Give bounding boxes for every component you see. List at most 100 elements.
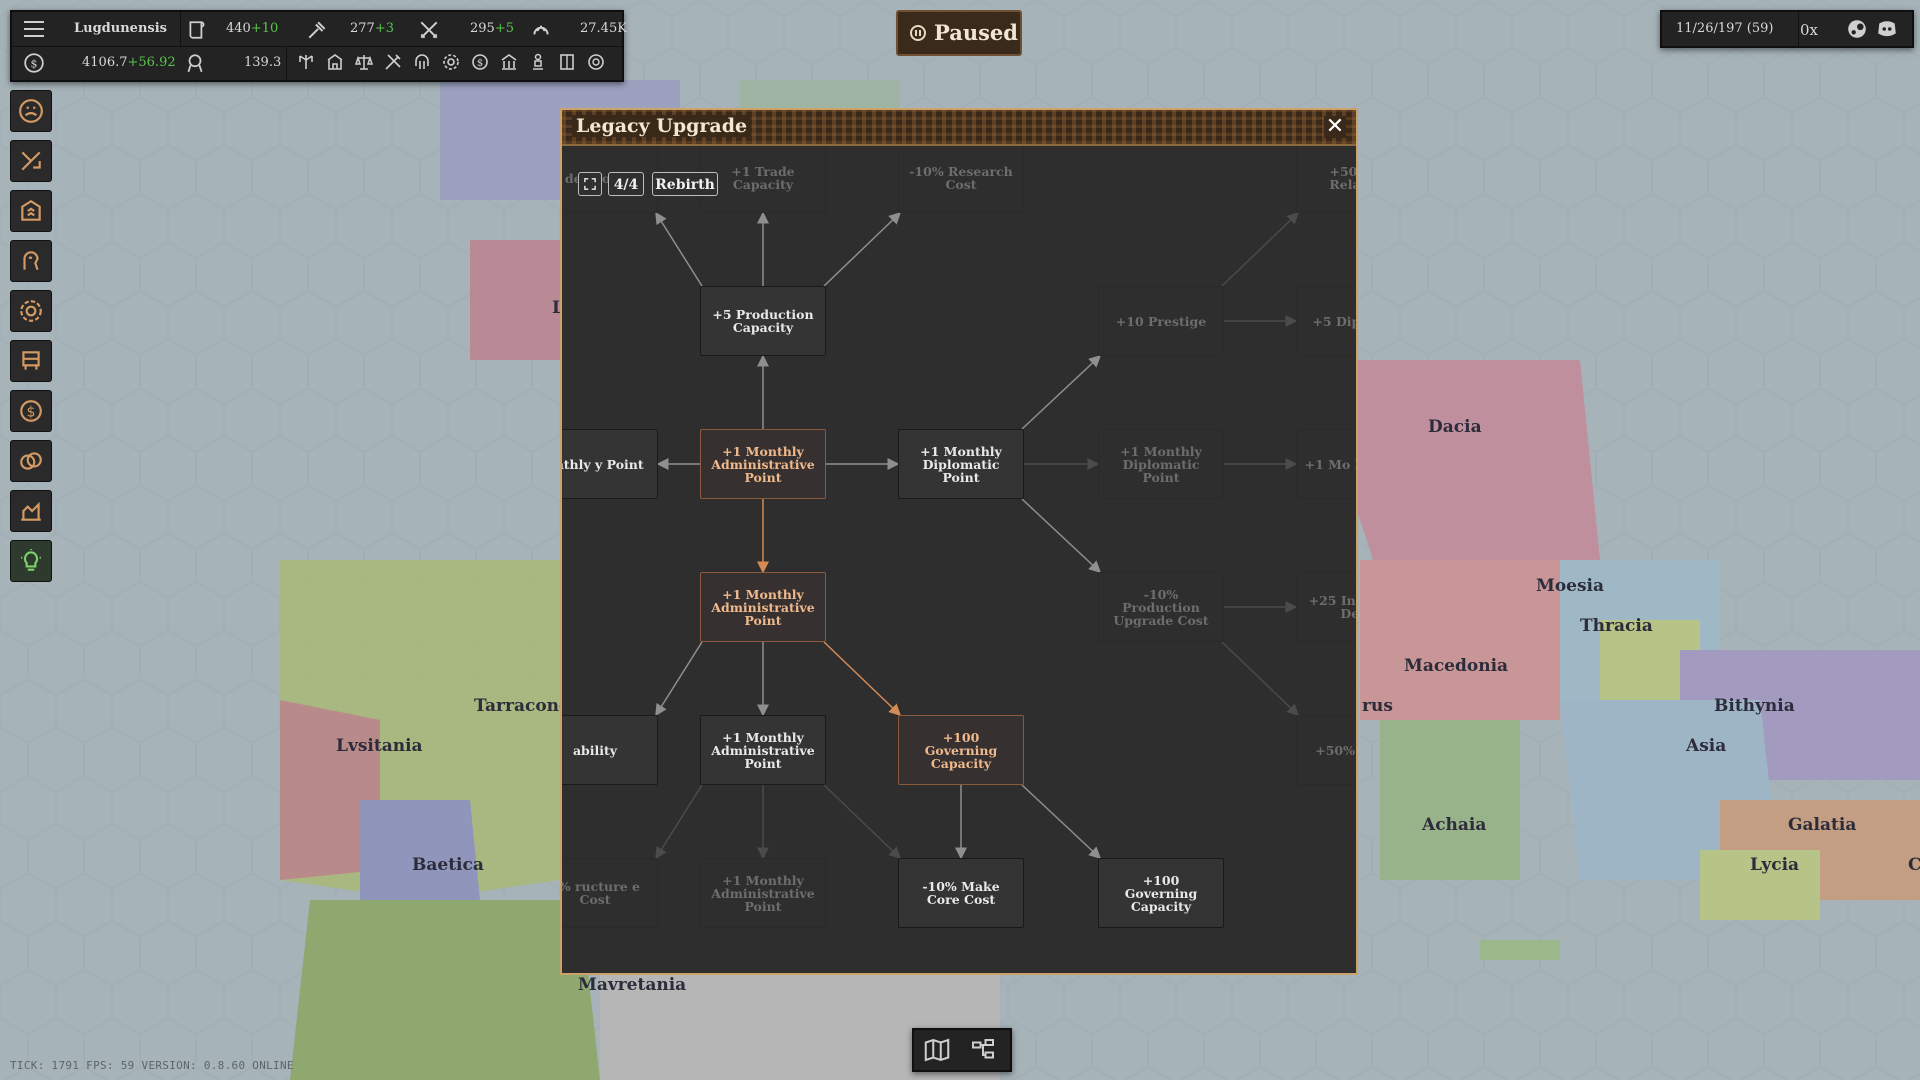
upgrade-node[interactable]: -10% Production Upgrade Cost xyxy=(1098,572,1224,642)
badge-icon[interactable] xyxy=(586,52,606,72)
upgrade-node[interactable]: -10% Research Cost xyxy=(898,146,1024,213)
steam-icon[interactable] xyxy=(1846,18,1868,40)
trade-icon xyxy=(21,151,41,171)
tree-icon[interactable] xyxy=(296,52,316,72)
sidebar-building-button[interactable] xyxy=(10,340,52,382)
sidebar-finance-button[interactable]: $ xyxy=(10,390,52,432)
sidebar-unrest-button[interactable] xyxy=(10,90,52,132)
influence-amount: 139.3 xyxy=(244,55,282,70)
upgrade-node[interactable]: +1 Monthly Administrative Point xyxy=(700,572,826,642)
military-icon xyxy=(21,199,41,221)
region-label-macedonia: Macedonia xyxy=(1404,656,1509,676)
tree-edge xyxy=(1221,211,1300,287)
tools-icon[interactable] xyxy=(383,52,403,72)
paused-indicator[interactable]: Paused xyxy=(896,10,1022,56)
coin-icon[interactable]: $ xyxy=(470,52,490,72)
upgrade-node[interactable]: +5 Diplo Ran xyxy=(1296,286,1356,356)
admin-points: 440+10 xyxy=(226,21,279,36)
menu-icon[interactable] xyxy=(24,21,44,37)
game-speed[interactable]: 0x xyxy=(1800,21,1818,39)
sidebar-character-button[interactable] xyxy=(10,240,52,282)
tree-edge xyxy=(1021,354,1102,430)
population: 27.45K xyxy=(580,21,627,36)
tree-edge xyxy=(823,641,902,717)
temple-icon[interactable] xyxy=(499,52,519,72)
building-icon xyxy=(22,351,40,370)
region-label-bithynia: Bithynia xyxy=(1714,696,1795,716)
rebirth-button[interactable]: Rebirth xyxy=(652,172,718,196)
sidebar-religion-button[interactable] xyxy=(10,290,52,332)
sidebar-legacy-button[interactable] xyxy=(10,490,52,532)
sidebar-trade-button[interactable] xyxy=(10,140,52,182)
svg-text:$: $ xyxy=(31,57,38,70)
discord-icon[interactable] xyxy=(1876,18,1898,40)
region-label-lvsitania: Lvsitania xyxy=(336,736,423,756)
fullscreen-button[interactable] xyxy=(578,172,602,196)
population-icon[interactable] xyxy=(530,19,552,41)
paused-label: Paused xyxy=(934,20,1018,45)
hammer-icon[interactable] xyxy=(306,19,328,41)
upgrade-node[interactable]: onthly y Point xyxy=(562,429,658,499)
sidebar-idea-button[interactable] xyxy=(10,540,52,582)
page-indicator[interactable]: 4/4 xyxy=(608,172,644,196)
scales-icon[interactable] xyxy=(354,52,374,72)
upgrade-node[interactable]: +50% Inf Ra xyxy=(1296,715,1356,785)
upgrade-node[interactable]: +100 Governing Capacity xyxy=(1098,858,1224,928)
tree-view-icon xyxy=(972,1039,994,1059)
svg-text:$: $ xyxy=(477,58,483,69)
building-icon[interactable] xyxy=(325,52,345,72)
region-label-achaia: Achaia xyxy=(1422,815,1487,835)
upgrade-node[interactable]: +1 Monthly Administrative Point xyxy=(700,429,826,499)
tree-view-button[interactable] xyxy=(968,1035,998,1065)
region-label-mavretania: Mavretania xyxy=(578,975,687,995)
upgrade-node[interactable]: +1 Mo Diploma xyxy=(1296,429,1356,499)
sidebar-diplomacy-button[interactable] xyxy=(10,440,52,482)
upgrade-node[interactable]: 0% ructure e Cost xyxy=(562,858,658,928)
statue-icon[interactable] xyxy=(528,52,548,72)
region-label-asia: Asia xyxy=(1686,736,1727,756)
close-button[interactable]: ✕ xyxy=(1324,116,1346,138)
upgrade-node[interactable]: +1 Monthly Administrative Point xyxy=(700,858,826,928)
upgrade-node[interactable]: +1 Monthly Administrative Point xyxy=(700,715,826,785)
region-label-partial: rus xyxy=(1362,696,1393,716)
sidebar-military-button[interactable] xyxy=(10,190,52,232)
region-label-lycia: Lycia xyxy=(1750,855,1800,875)
province-name[interactable]: Lugdunensis xyxy=(74,21,167,36)
upgrade-node[interactable]: +25 Infl When De W xyxy=(1296,572,1356,642)
upgrade-node[interactable]: ability xyxy=(562,715,658,785)
upgrade-node[interactable]: +50% In Relation xyxy=(1296,146,1356,213)
coin-icon[interactable]: $ xyxy=(23,52,45,74)
date-panel: 11/26/197 (59) 0x xyxy=(1660,10,1914,48)
pause-icon xyxy=(910,25,926,41)
crossed-swords-icon[interactable] xyxy=(418,19,440,41)
region-label-moesia: Moesia xyxy=(1536,576,1605,596)
idea-icon xyxy=(21,549,41,571)
region-label-partial: C xyxy=(1908,855,1920,875)
helmet-icon[interactable] xyxy=(412,52,432,72)
svg-text:$: $ xyxy=(27,404,36,420)
dialog-title-bar: Legacy Upgrade ✕ xyxy=(562,110,1356,146)
gear-icon[interactable] xyxy=(441,52,461,72)
upgrade-node[interactable]: +10 Prestige xyxy=(1098,286,1224,356)
diplomacy-icon xyxy=(20,452,42,470)
tree-edge xyxy=(655,641,703,717)
region-label-thracia: Thracia xyxy=(1580,616,1653,636)
scroll-icon[interactable] xyxy=(186,19,208,41)
tree-edge xyxy=(1221,641,1300,717)
tree-edge xyxy=(655,784,703,860)
upgrade-node[interactable]: -10% Make Core Cost xyxy=(898,858,1024,928)
tree-edge xyxy=(655,211,703,287)
influence-icon[interactable] xyxy=(184,52,206,74)
upgrade-node[interactable]: +1 Monthly Diplomatic Point xyxy=(898,429,1024,499)
unrest-icon xyxy=(19,99,43,123)
upgrade-node[interactable]: +5 Production Capacity xyxy=(700,286,826,356)
upgrade-node[interactable]: +1 Trade Capacity xyxy=(700,146,826,213)
map-view-button[interactable] xyxy=(922,1035,952,1065)
upgrade-tree[interactable]: de Profit +1 Trade Capacity -10% Research … xyxy=(562,146,1356,973)
upgrade-node[interactable]: +100 Governing Capacity xyxy=(898,715,1024,785)
military-points: 295+5 xyxy=(470,21,514,36)
region-label-baetica: Baetica xyxy=(412,855,484,875)
upgrade-node[interactable]: +1 Monthly Diplomatic Point xyxy=(1098,429,1224,499)
legacy-upgrade-dialog: Legacy Upgrade ✕ de Profit +1 Trade Capac… xyxy=(560,108,1358,975)
book-icon[interactable] xyxy=(557,52,577,72)
